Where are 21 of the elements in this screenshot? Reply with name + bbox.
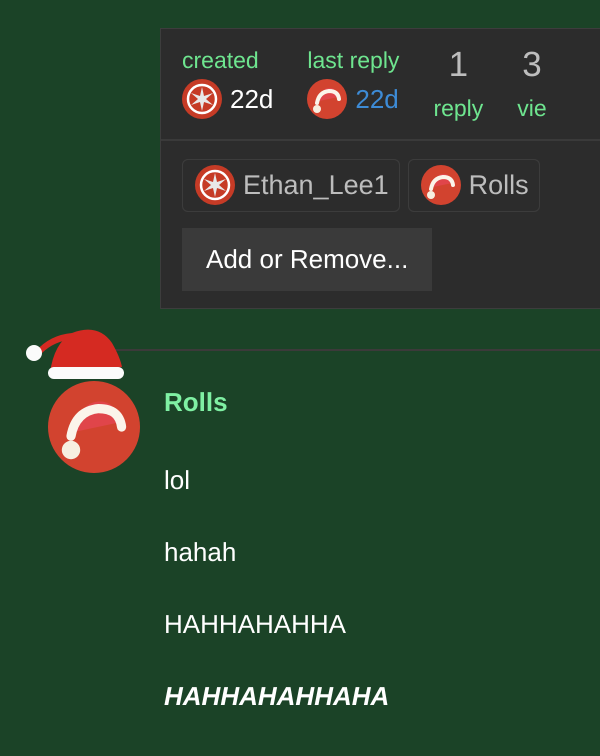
avatar-icon	[195, 165, 235, 206]
time-link[interactable]: 22d	[230, 80, 274, 118]
add-remove-button[interactable]: Add or Remove...	[182, 228, 432, 290]
post-text: lol	[164, 466, 190, 494]
avatar-icon	[420, 165, 461, 206]
participant-chip[interactable]: Ethan_Lee1	[182, 159, 400, 212]
post-text: hahah	[164, 538, 236, 566]
stat-label: vie	[517, 94, 547, 123]
stat-count: 1	[448, 45, 468, 85]
avatar-icon	[182, 79, 222, 119]
post-text: HAHHAHAHHA	[164, 610, 346, 638]
post-text: HAHHAHAHHAHA	[164, 682, 390, 710]
author-name[interactable]: Rolls	[164, 383, 228, 422]
participant-chip[interactable]: Rolls	[408, 159, 540, 212]
stat-label: created	[182, 46, 260, 75]
avatar-icon	[48, 381, 140, 473]
avatar-icon	[307, 79, 348, 119]
stat-label: reply	[433, 94, 484, 123]
stat-label: last reply	[307, 46, 400, 75]
stat-count: 3	[522, 45, 542, 85]
time-link[interactable]: 22d	[355, 80, 399, 118]
